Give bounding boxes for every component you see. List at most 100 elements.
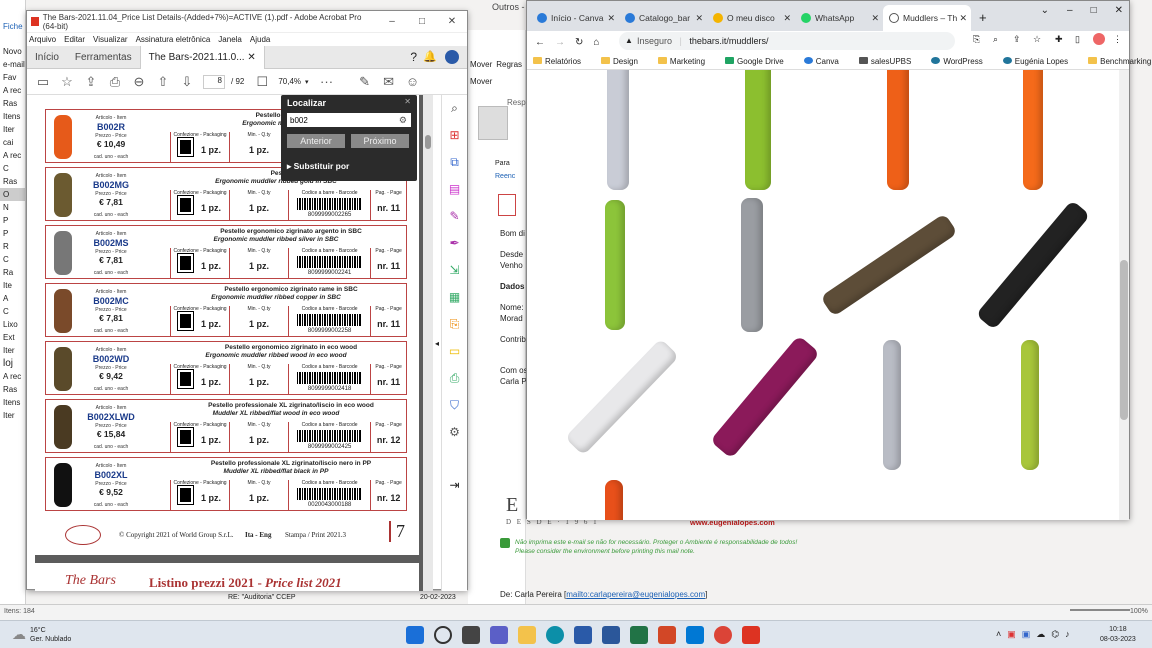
close-tab-icon[interactable]: ✕ xyxy=(871,13,879,24)
fill-sign-icon[interactable]: ✒ xyxy=(442,230,467,257)
maximize-icon[interactable]: □ xyxy=(407,16,437,27)
folder[interactable]: A rec xyxy=(0,149,25,162)
home-icon[interactable]: ⌂ xyxy=(593,37,599,48)
close-tab-icon[interactable]: ✕ xyxy=(247,52,255,63)
zoom-out-icon[interactable]: ⊖ xyxy=(127,72,151,92)
more-tools-icon[interactable]: ⚙ xyxy=(442,419,467,446)
pane-toggle-icon[interactable]: ◂ xyxy=(435,339,439,348)
pdf-attachment-icon[interactable] xyxy=(498,194,516,216)
folder[interactable]: A xyxy=(0,292,25,305)
folder[interactable]: loj xyxy=(0,357,25,370)
forward-icon[interactable]: → xyxy=(555,37,565,48)
prev-page-icon[interactable]: ⇧ xyxy=(151,72,175,92)
outlook-icon[interactable] xyxy=(686,625,705,644)
profile-avatar[interactable] xyxy=(1093,33,1105,45)
export-icon[interactable]: ⇲ xyxy=(442,257,467,284)
pdf-scrollbar[interactable] xyxy=(423,95,433,591)
cloud-icon[interactable]: ☁ xyxy=(1036,629,1045,640)
collapse-pane-icon[interactable]: ⇥ xyxy=(442,472,467,499)
bookmark[interactable]: Eugénia Lopes xyxy=(1002,56,1078,66)
close-tab-icon[interactable]: ✕ xyxy=(783,13,791,24)
find-settings-icon[interactable]: ⚙ xyxy=(399,115,407,126)
extensions-icon[interactable]: ✚ xyxy=(1055,34,1063,45)
tab-whatsapp[interactable]: WhatsApp ✕ xyxy=(795,5,883,31)
close-icon[interactable]: ✕ xyxy=(1115,5,1123,16)
close-tab-icon[interactable]: ✕ xyxy=(959,13,967,24)
tray-app-icon[interactable]: ▣ xyxy=(1022,629,1031,640)
tab-inicio[interactable]: Início xyxy=(27,46,67,69)
share-icon[interactable]: ☺ xyxy=(401,72,425,92)
maximize-icon[interactable]: □ xyxy=(1091,5,1097,16)
tab-muddlers[interactable]: Muddlers – Th ✕ xyxy=(883,5,971,31)
network-icon[interactable]: ⌬ xyxy=(1051,629,1059,640)
folder[interactable]: Ite xyxy=(0,279,25,292)
muddler-product-image[interactable] xyxy=(741,198,763,332)
zoom-dropdown-icon[interactable]: ▾ xyxy=(305,78,309,86)
muddler-product-image[interactable] xyxy=(745,70,771,190)
tab-catalogo[interactable]: Catalogo_bar ✕ xyxy=(619,5,707,31)
tray-app-icon[interactable]: ▣ xyxy=(1007,629,1016,640)
tab-canva[interactable]: Início - Canva ✕ xyxy=(531,5,619,31)
zoom-select[interactable]: 70,4% xyxy=(278,77,301,86)
menu-icon[interactable]: ⋮ xyxy=(1113,34,1122,45)
folder[interactable]: R xyxy=(0,240,25,253)
find-close-icon[interactable]: ✕ xyxy=(404,97,411,106)
organize-icon[interactable]: ▤ xyxy=(442,176,467,203)
minimize-icon[interactable]: – xyxy=(1067,5,1073,16)
select-icon[interactable]: ☐ xyxy=(250,72,274,92)
folder[interactable]: A rec xyxy=(0,84,25,97)
reply-button[interactable]: Resp xyxy=(507,98,526,107)
teams-icon[interactable] xyxy=(490,625,509,644)
folder[interactable]: C xyxy=(0,253,25,266)
tab-ferramentas[interactable]: Ferramentas xyxy=(67,46,140,69)
menu-assinatura[interactable]: Assinatura eletrônica xyxy=(136,35,211,44)
tab-drive[interactable]: O meu disco ✕ xyxy=(707,5,795,31)
folder[interactable]: Lixo xyxy=(0,318,25,331)
folder[interactable]: Ext xyxy=(0,331,25,344)
search-tool-icon[interactable]: ⌕ xyxy=(442,95,467,122)
print-icon[interactable]: ⎙ xyxy=(103,72,127,92)
new-tab-icon[interactable]: + xyxy=(971,10,995,31)
muddler-product-image[interactable] xyxy=(564,338,680,456)
pdf-scroll-thumb[interactable] xyxy=(425,135,431,149)
bookmark[interactable]: Canva xyxy=(803,56,849,66)
minimize-icon[interactable]: – xyxy=(377,16,407,27)
folder[interactable]: Iter xyxy=(0,123,25,136)
share-doc-icon[interactable]: ⎘ xyxy=(442,311,467,338)
bookmark[interactable]: WordPress xyxy=(931,56,992,66)
bookmark[interactable]: salesUPBS xyxy=(858,56,921,66)
folder[interactable]: P xyxy=(0,227,25,240)
help-icon[interactable]: ? xyxy=(410,50,417,64)
taskview-icon[interactable] xyxy=(462,625,481,644)
find-input[interactable] xyxy=(287,113,411,127)
close-tab-icon[interactable]: ✕ xyxy=(695,13,703,24)
clock[interactable]: 10:18 08-03-2023 xyxy=(1100,625,1136,645)
mail-icon[interactable]: ✉ xyxy=(377,72,401,92)
muddler-product-image[interactable] xyxy=(709,335,821,459)
muddler-product-image[interactable] xyxy=(883,340,901,470)
muddler-product-image[interactable] xyxy=(605,200,625,330)
zoom-icon[interactable]: ⌕ xyxy=(993,34,998,45)
close-tab-icon[interactable]: ✕ xyxy=(607,13,615,24)
bell-icon[interactable]: 🔔 xyxy=(423,50,437,63)
muddler-product-image[interactable] xyxy=(887,70,909,190)
protect-icon[interactable]: ⛉ xyxy=(442,392,467,419)
account-icon[interactable] xyxy=(445,50,459,64)
folder[interactable]: Ras xyxy=(0,97,25,110)
sign-icon[interactable]: ✎ xyxy=(353,72,377,92)
address-bar[interactable]: ▲ Inseguro | thebars.it/muddlers/ xyxy=(619,32,955,50)
share-icon[interactable]: ⇪ xyxy=(1013,34,1021,45)
acrobat-icon[interactable] xyxy=(742,625,761,644)
start-icon[interactable] xyxy=(406,625,425,644)
folder[interactable]: A rec xyxy=(0,370,25,383)
folder[interactable]: Fiche xyxy=(0,20,25,33)
upload-icon[interactable]: ⇪ xyxy=(79,72,103,92)
bookmark[interactable]: Relatórios xyxy=(533,56,591,66)
folder[interactable]: Itens xyxy=(0,110,25,123)
powerpoint-icon[interactable] xyxy=(658,625,677,644)
bookmark[interactable]: Marketing xyxy=(657,56,715,66)
next-page-icon[interactable]: ⇩ xyxy=(175,72,199,92)
edge-icon[interactable] xyxy=(546,625,565,644)
word-icon[interactable] xyxy=(602,625,621,644)
menu-janela[interactable]: Janela xyxy=(218,35,242,44)
